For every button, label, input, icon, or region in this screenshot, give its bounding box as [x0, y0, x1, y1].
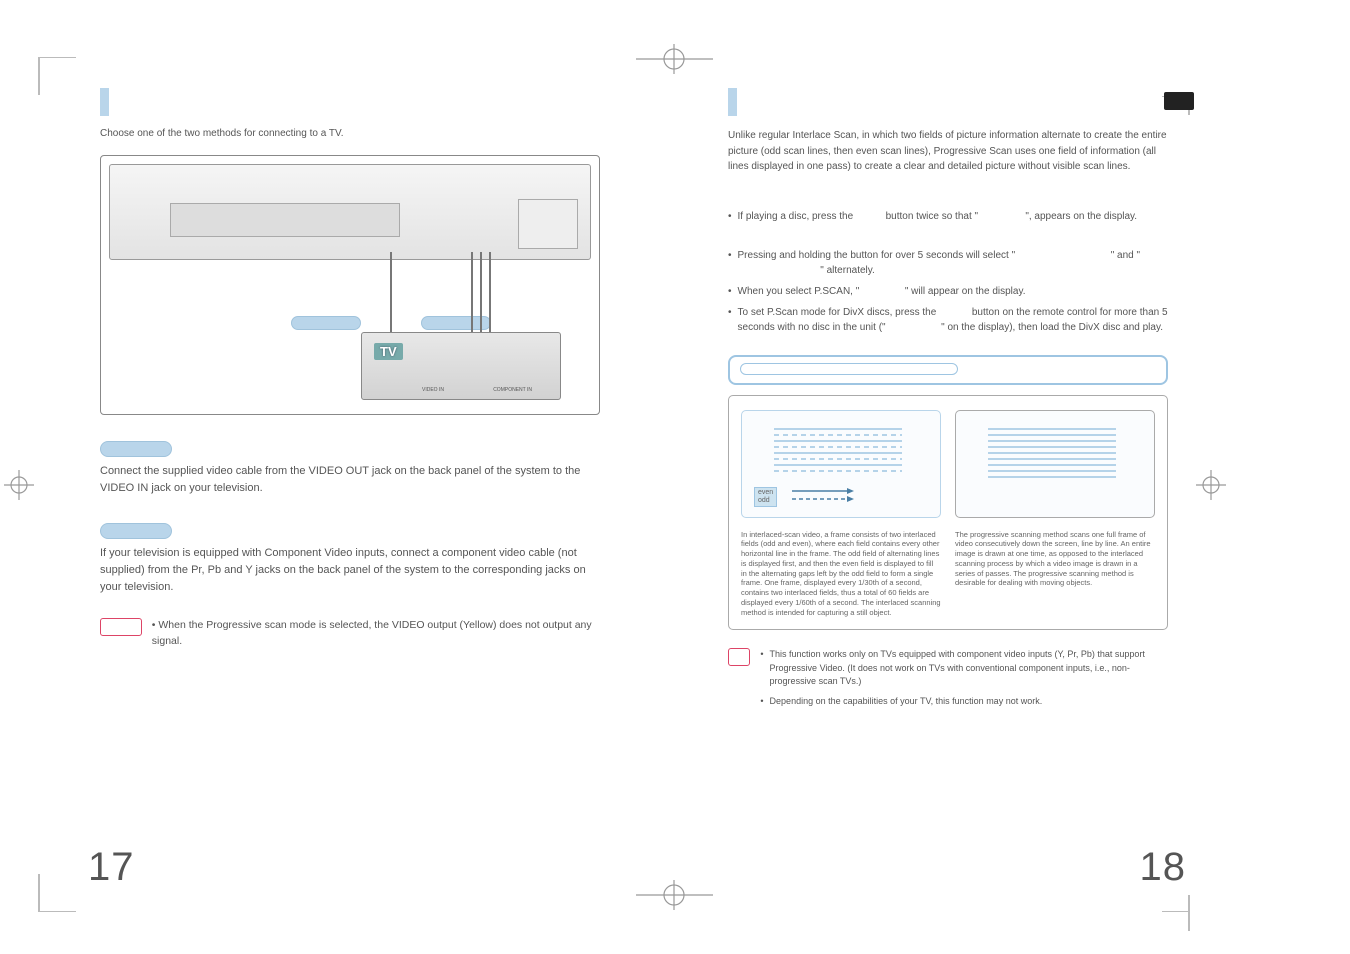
interlaced-arrows: [792, 485, 872, 505]
page-tab: [1164, 92, 1194, 110]
bullet-2: • Pressing and holding the button for ov…: [728, 248, 1168, 278]
caution-badge: [100, 618, 142, 636]
interlaced-even-odd: even odd: [754, 487, 777, 506]
b3a: When you select P.SCAN, ": [738, 286, 860, 297]
progressive-col: The progressive scanning method scans on…: [955, 410, 1155, 618]
b2c: " alternately.: [820, 265, 875, 276]
b1b: button twice so that ": [886, 211, 979, 222]
left-page: Choose one of the two methods for connec…: [100, 88, 600, 650]
interlaced-col: even odd In interlaced-scan video, a fra…: [741, 410, 941, 618]
b1a: If playing a disc, press the: [738, 211, 856, 222]
tv-component-in-label: COMPONENT IN: [493, 388, 532, 394]
bullet-1: • If playing a disc, press the STOP butt…: [728, 209, 1168, 224]
tv-video-in-label: VIDEO IN: [422, 388, 444, 394]
method2-text: If your television is equipped with Comp…: [100, 545, 600, 596]
section-marker: [728, 88, 737, 116]
crop-corner: [38, 874, 76, 912]
page-number-left: 17: [88, 845, 135, 890]
b2a: Pressing and holding the button for over…: [738, 250, 1016, 261]
method2-pill: [100, 523, 172, 539]
b1c: ", appears on the display.: [1025, 211, 1137, 222]
caution-text: When the Progressive scan mode is select…: [152, 619, 592, 647]
b4c: " on the display), then load the DivX di…: [941, 322, 1163, 333]
interlaced-illus: even odd: [741, 410, 941, 518]
crop-mark: [1196, 470, 1226, 500]
b2b: " and ": [1111, 250, 1140, 261]
crop-mark: [636, 44, 713, 74]
b4a: To set P.Scan mode for DivX discs, press…: [738, 307, 940, 318]
right-notes: •This function works only on TVs equippe…: [728, 648, 1168, 714]
crop-mark: [636, 880, 713, 910]
bullet-3: • When you select P.SCAN, " " will appea…: [728, 284, 1168, 299]
crop-mark: [4, 470, 34, 500]
method1: Connect the supplied video cable from th…: [100, 441, 600, 497]
note2: Depending on the capabilities of your TV…: [770, 695, 1168, 709]
crop-corner: [38, 57, 76, 95]
subheading-bar: [728, 355, 1168, 385]
method1-text: Connect the supplied video cable from th…: [100, 463, 600, 497]
note1: This function works only on TVs equipped…: [770, 648, 1168, 689]
right-intro: Unlike regular Interlace Scan, in which …: [728, 128, 1168, 175]
page-number-right: 18: [1140, 845, 1187, 890]
right-page: Unlike regular Interlace Scan, in which …: [728, 88, 1168, 714]
method1-pill: [100, 441, 172, 457]
caution: • When the Progressive scan mode is sele…: [100, 618, 600, 650]
b3b: " will appear on the display.: [905, 286, 1026, 297]
note-badge: [728, 648, 750, 666]
tv-label: TV: [374, 343, 403, 360]
connection-diagram: TV VIDEO IN COMPONENT IN: [100, 155, 600, 415]
bullet-4: • To set P.Scan mode for DivX discs, pre…: [728, 305, 1168, 335]
progressive-text: The progressive scanning method scans on…: [955, 530, 1155, 589]
tv-illustration: TV VIDEO IN COMPONENT IN: [361, 332, 561, 400]
scan-comparison: even odd In interlaced-scan video, a fra…: [728, 395, 1168, 631]
section-marker: [100, 88, 109, 116]
method2: If your television is equipped with Comp…: [100, 523, 600, 596]
interlaced-text: In interlaced-scan video, a frame consis…: [741, 530, 941, 618]
progressive-illus: [955, 410, 1155, 518]
left-intro: Choose one of the two methods for connec…: [100, 128, 600, 139]
